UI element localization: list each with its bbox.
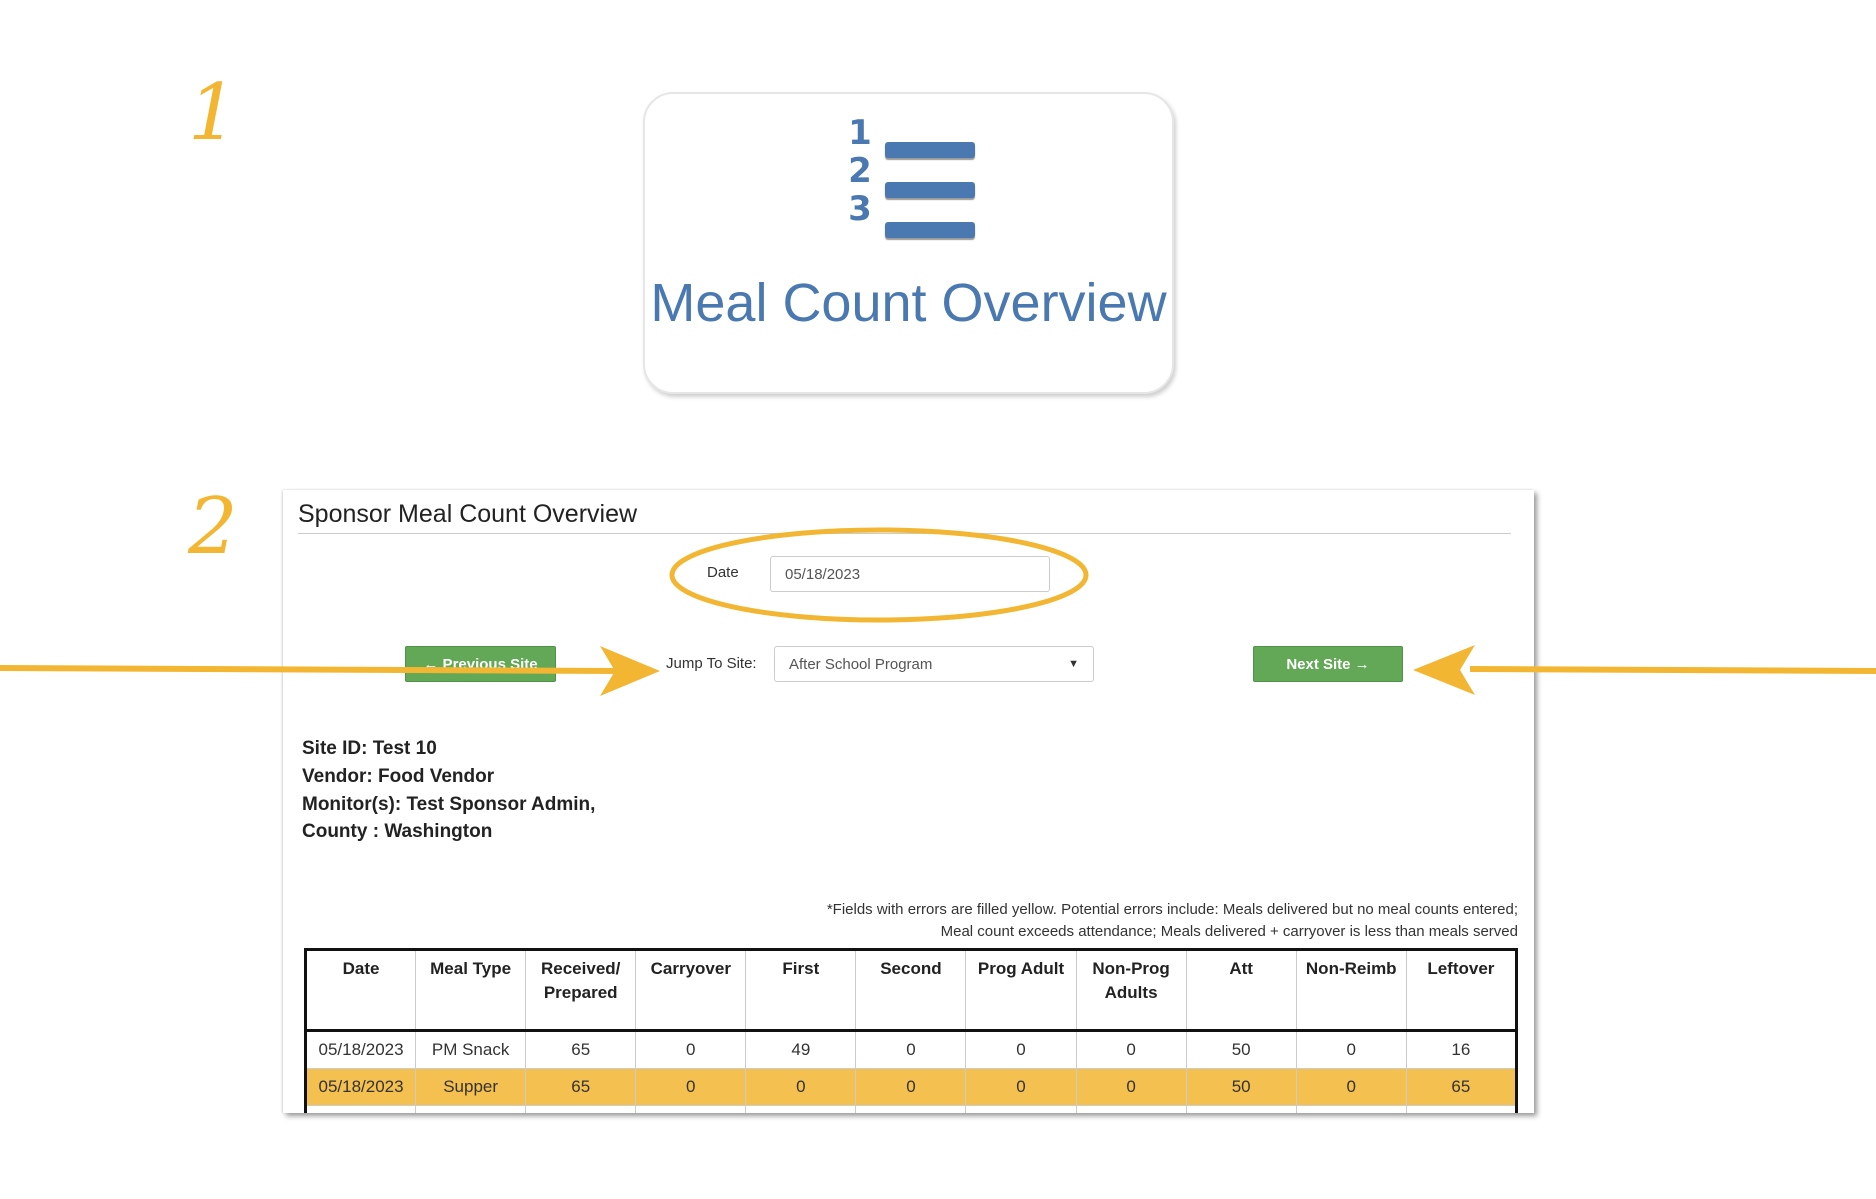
arrow-left-icon	[1413, 645, 1475, 695]
arrow-right-icon	[0, 665, 621, 674]
highlight-ellipse	[669, 527, 1089, 623]
arrow-left-icon	[1469, 666, 1876, 674]
annotation-overlay	[0, 527, 1876, 696]
